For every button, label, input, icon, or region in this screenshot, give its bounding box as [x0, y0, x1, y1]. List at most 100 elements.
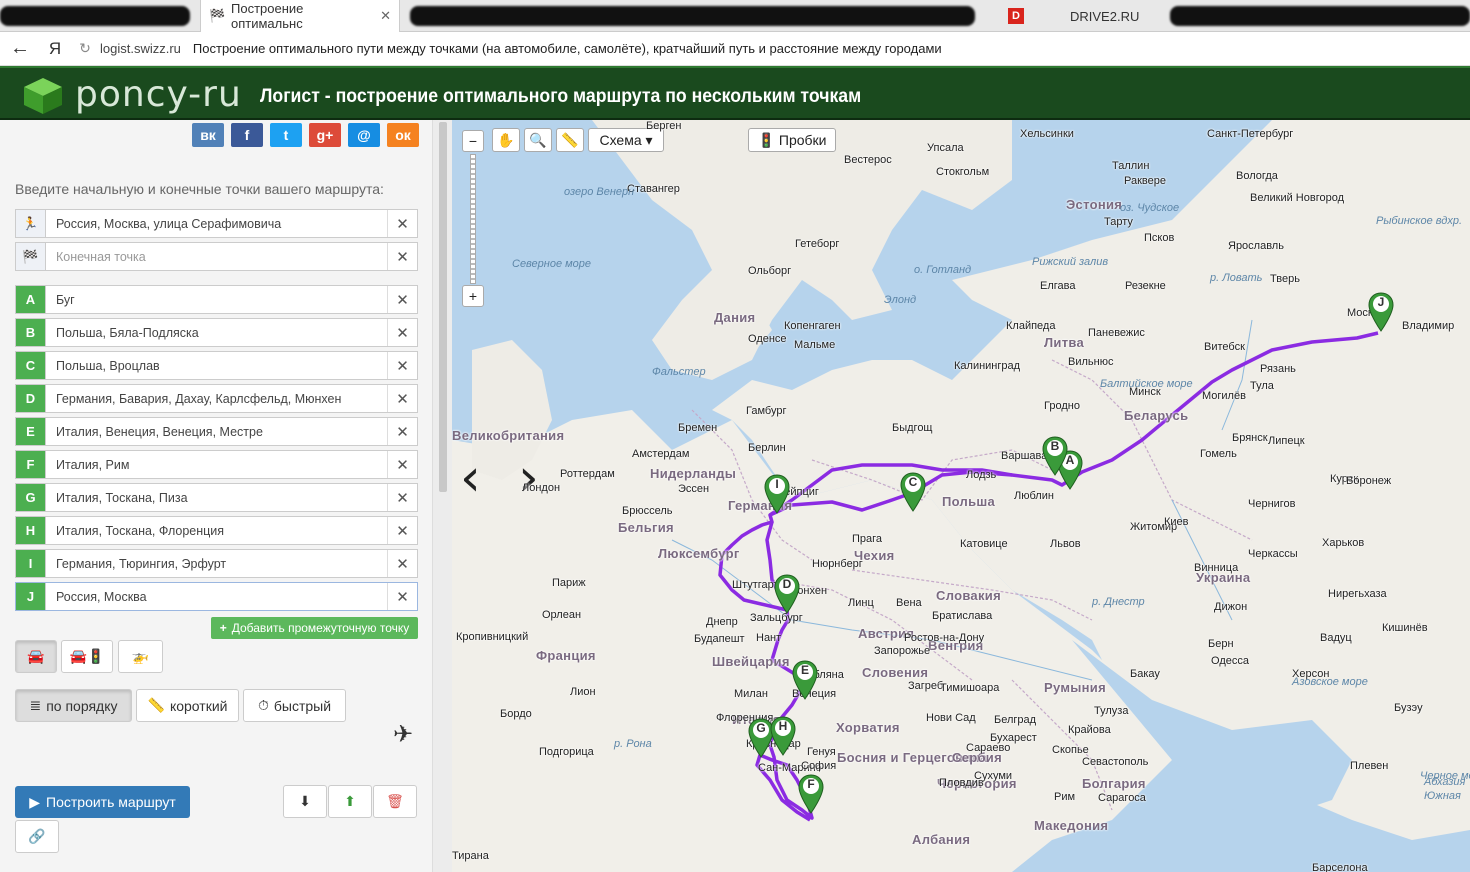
helicopter-icon: 🚁: [131, 648, 150, 664]
tab-blurred[interactable]: [0, 6, 190, 26]
waypoint-input[interactable]: Россия, Москва: [46, 590, 387, 604]
link-icon: 🔗: [28, 828, 46, 844]
country-label: Албания: [912, 832, 971, 847]
close-tab-icon[interactable]: ✕: [380, 8, 391, 24]
tab-drive2[interactable]: D DRIVE2.RU: [1000, 0, 1160, 32]
route-pin-e[interactable]: E: [792, 660, 818, 700]
city-label: Черкассы: [1248, 548, 1298, 560]
route-pin-h[interactable]: H: [770, 716, 796, 756]
clear-waypoint-icon[interactable]: ✕: [387, 319, 417, 346]
city-label: Берн: [1208, 638, 1234, 650]
order-in-sequence-button[interactable]: ≣ по порядку: [15, 689, 132, 722]
logo-text[interactable]: poncy-ru: [75, 74, 242, 115]
city-label: Тверь: [1270, 273, 1300, 285]
tab-blurred[interactable]: [1170, 6, 1470, 26]
yandex-icon[interactable]: Я: [40, 39, 70, 59]
clear-waypoint-icon[interactable]: ✕: [387, 418, 417, 445]
clear-waypoint-icon[interactable]: ✕: [387, 484, 417, 511]
clear-waypoint-icon[interactable]: ✕: [387, 385, 417, 412]
scrollbar-thumb[interactable]: [439, 122, 447, 492]
traffic-button[interactable]: 🚦 Пробки: [748, 128, 836, 152]
clear-waypoint-icon[interactable]: ✕: [387, 517, 417, 544]
clear-start-icon[interactable]: ✕: [387, 210, 417, 237]
zoom-in-button[interactable]: +: [462, 285, 484, 307]
tab-active[interactable]: 🏁 Построение оптимальнс ✕: [200, 0, 400, 32]
waypoint-input[interactable]: Италия, Венеция, Венеция, Местре: [46, 425, 387, 439]
magnifier-tool-button[interactable]: 🔍: [524, 128, 552, 152]
city-label: Харьков: [1322, 537, 1365, 549]
url-domain[interactable]: logist.swizz.ru: [100, 41, 181, 56]
city-label: Быдгощ: [892, 422, 933, 434]
route-pin-i[interactable]: I: [764, 474, 790, 514]
route-pin-f[interactable]: F: [798, 774, 824, 814]
order-fast-button[interactable]: ⏱ быстрый: [243, 689, 346, 722]
clear-waypoint-icon[interactable]: ✕: [387, 352, 417, 379]
city-label: Прага: [852, 533, 883, 545]
route-pin-b[interactable]: B: [1042, 436, 1068, 476]
waypoint-input[interactable]: Италия, Тоскана, Пиза: [46, 491, 387, 505]
airplane-icon[interactable]: ✈: [393, 720, 413, 749]
browser-tab-bar: 🏁 Построение оптимальнс ✕ D DRIVE2.RU: [0, 0, 1470, 32]
delete-button[interactable]: 🗑: [373, 785, 417, 818]
upload-button[interactable]: ⬆: [328, 785, 372, 818]
tab-blurred[interactable]: [410, 6, 975, 26]
googleplus-share-icon[interactable]: g+: [309, 123, 341, 147]
helicopter-mode-button[interactable]: 🚁: [118, 640, 163, 673]
clear-waypoint-icon[interactable]: ✕: [387, 451, 417, 478]
waypoint-input[interactable]: Италия, Рим: [46, 458, 387, 472]
map-view[interactable]: − + ✋ 🔍 📏 Схема ▾ 🚦 Пробки ‹ › Дания Литв…: [452, 120, 1470, 872]
ruler-tool-button[interactable]: 📏: [556, 128, 584, 152]
reload-icon[interactable]: ↻: [70, 40, 100, 57]
mailru-share-icon[interactable]: @: [348, 123, 380, 147]
country-label: Польша: [942, 494, 996, 509]
waypoint-letter: J: [16, 583, 46, 610]
waypoint-input[interactable]: Польша, Вроцлав: [46, 359, 387, 373]
clear-end-icon[interactable]: ✕: [387, 243, 417, 270]
zoom-out-button[interactable]: −: [462, 130, 484, 152]
car-traffic-mode-button[interactable]: 🚘🚦: [61, 640, 113, 673]
waypoint-input[interactable]: Италия, Тоскана, Флоренция: [46, 524, 387, 538]
country-label: Словакия: [936, 588, 1001, 603]
twitter-share-icon[interactable]: t: [270, 123, 302, 147]
pan-tool-button[interactable]: ✋: [492, 128, 520, 152]
route-pin-j[interactable]: J: [1368, 292, 1394, 332]
panel-scrollbar[interactable]: [432, 120, 452, 872]
waypoint-input[interactable]: Польша, Бяла-Подляска: [46, 326, 387, 340]
city-label: Нант: [756, 632, 782, 644]
site-header: poncy-ru Логист - построение оптимальног…: [0, 66, 1470, 120]
clear-waypoint-icon[interactable]: ✕: [387, 583, 417, 610]
facebook-share-icon[interactable]: f: [231, 123, 263, 147]
city-label: Нови Сад: [926, 712, 976, 724]
prev-arrow-icon[interactable]: ‹: [460, 452, 481, 504]
city-label: Тарту: [1104, 216, 1133, 228]
build-route-button[interactable]: ▶ Построить маршрут: [15, 786, 190, 818]
back-arrow-icon[interactable]: ←: [0, 37, 40, 60]
route-pin-c[interactable]: C: [900, 472, 926, 512]
odnoklassniki-share-icon[interactable]: ок: [387, 123, 419, 147]
cloud-upload-icon: ⬆: [344, 793, 356, 809]
vk-share-icon[interactable]: вк: [192, 123, 224, 147]
order-short-button[interactable]: 📏 короткий: [136, 689, 239, 722]
route-hint: Введите начальную и конечные точки вашег…: [15, 181, 384, 197]
route-pin-d[interactable]: D: [774, 574, 800, 614]
waypoint-input[interactable]: Германия, Тюрингия, Эрфурт: [46, 557, 387, 571]
add-waypoint-button[interactable]: + Добавить промежуточную точку: [211, 617, 418, 639]
add-waypoint-label: Добавить промежуточную точку: [231, 621, 410, 635]
url-page-title[interactable]: Построение оптимального пути между точка…: [193, 41, 942, 56]
logo-cube-icon[interactable]: [22, 76, 64, 116]
city-label: Братислава: [932, 610, 993, 622]
start-point-input[interactable]: Россия, Москва, улица Серафимовича: [46, 217, 387, 231]
download-button[interactable]: ⬇: [283, 785, 327, 818]
zoom-slider[interactable]: [470, 154, 476, 284]
next-arrow-icon[interactable]: ›: [518, 452, 539, 504]
waypoint-input[interactable]: Буг: [46, 293, 387, 307]
clear-waypoint-icon[interactable]: ✕: [387, 286, 417, 313]
end-point-input[interactable]: Конечная точка: [46, 250, 387, 264]
car-mode-button[interactable]: 🚘: [15, 640, 57, 673]
waypoint-input[interactable]: Германия, Бавария, Дахау, Карлсфельд, Мю…: [46, 392, 387, 406]
clear-waypoint-icon[interactable]: ✕: [387, 550, 417, 577]
city-label: Могилёв: [1202, 390, 1246, 402]
city-label: Лодзь: [966, 469, 997, 481]
city-label: Вологда: [1236, 170, 1278, 182]
link-button[interactable]: 🔗: [15, 820, 59, 853]
